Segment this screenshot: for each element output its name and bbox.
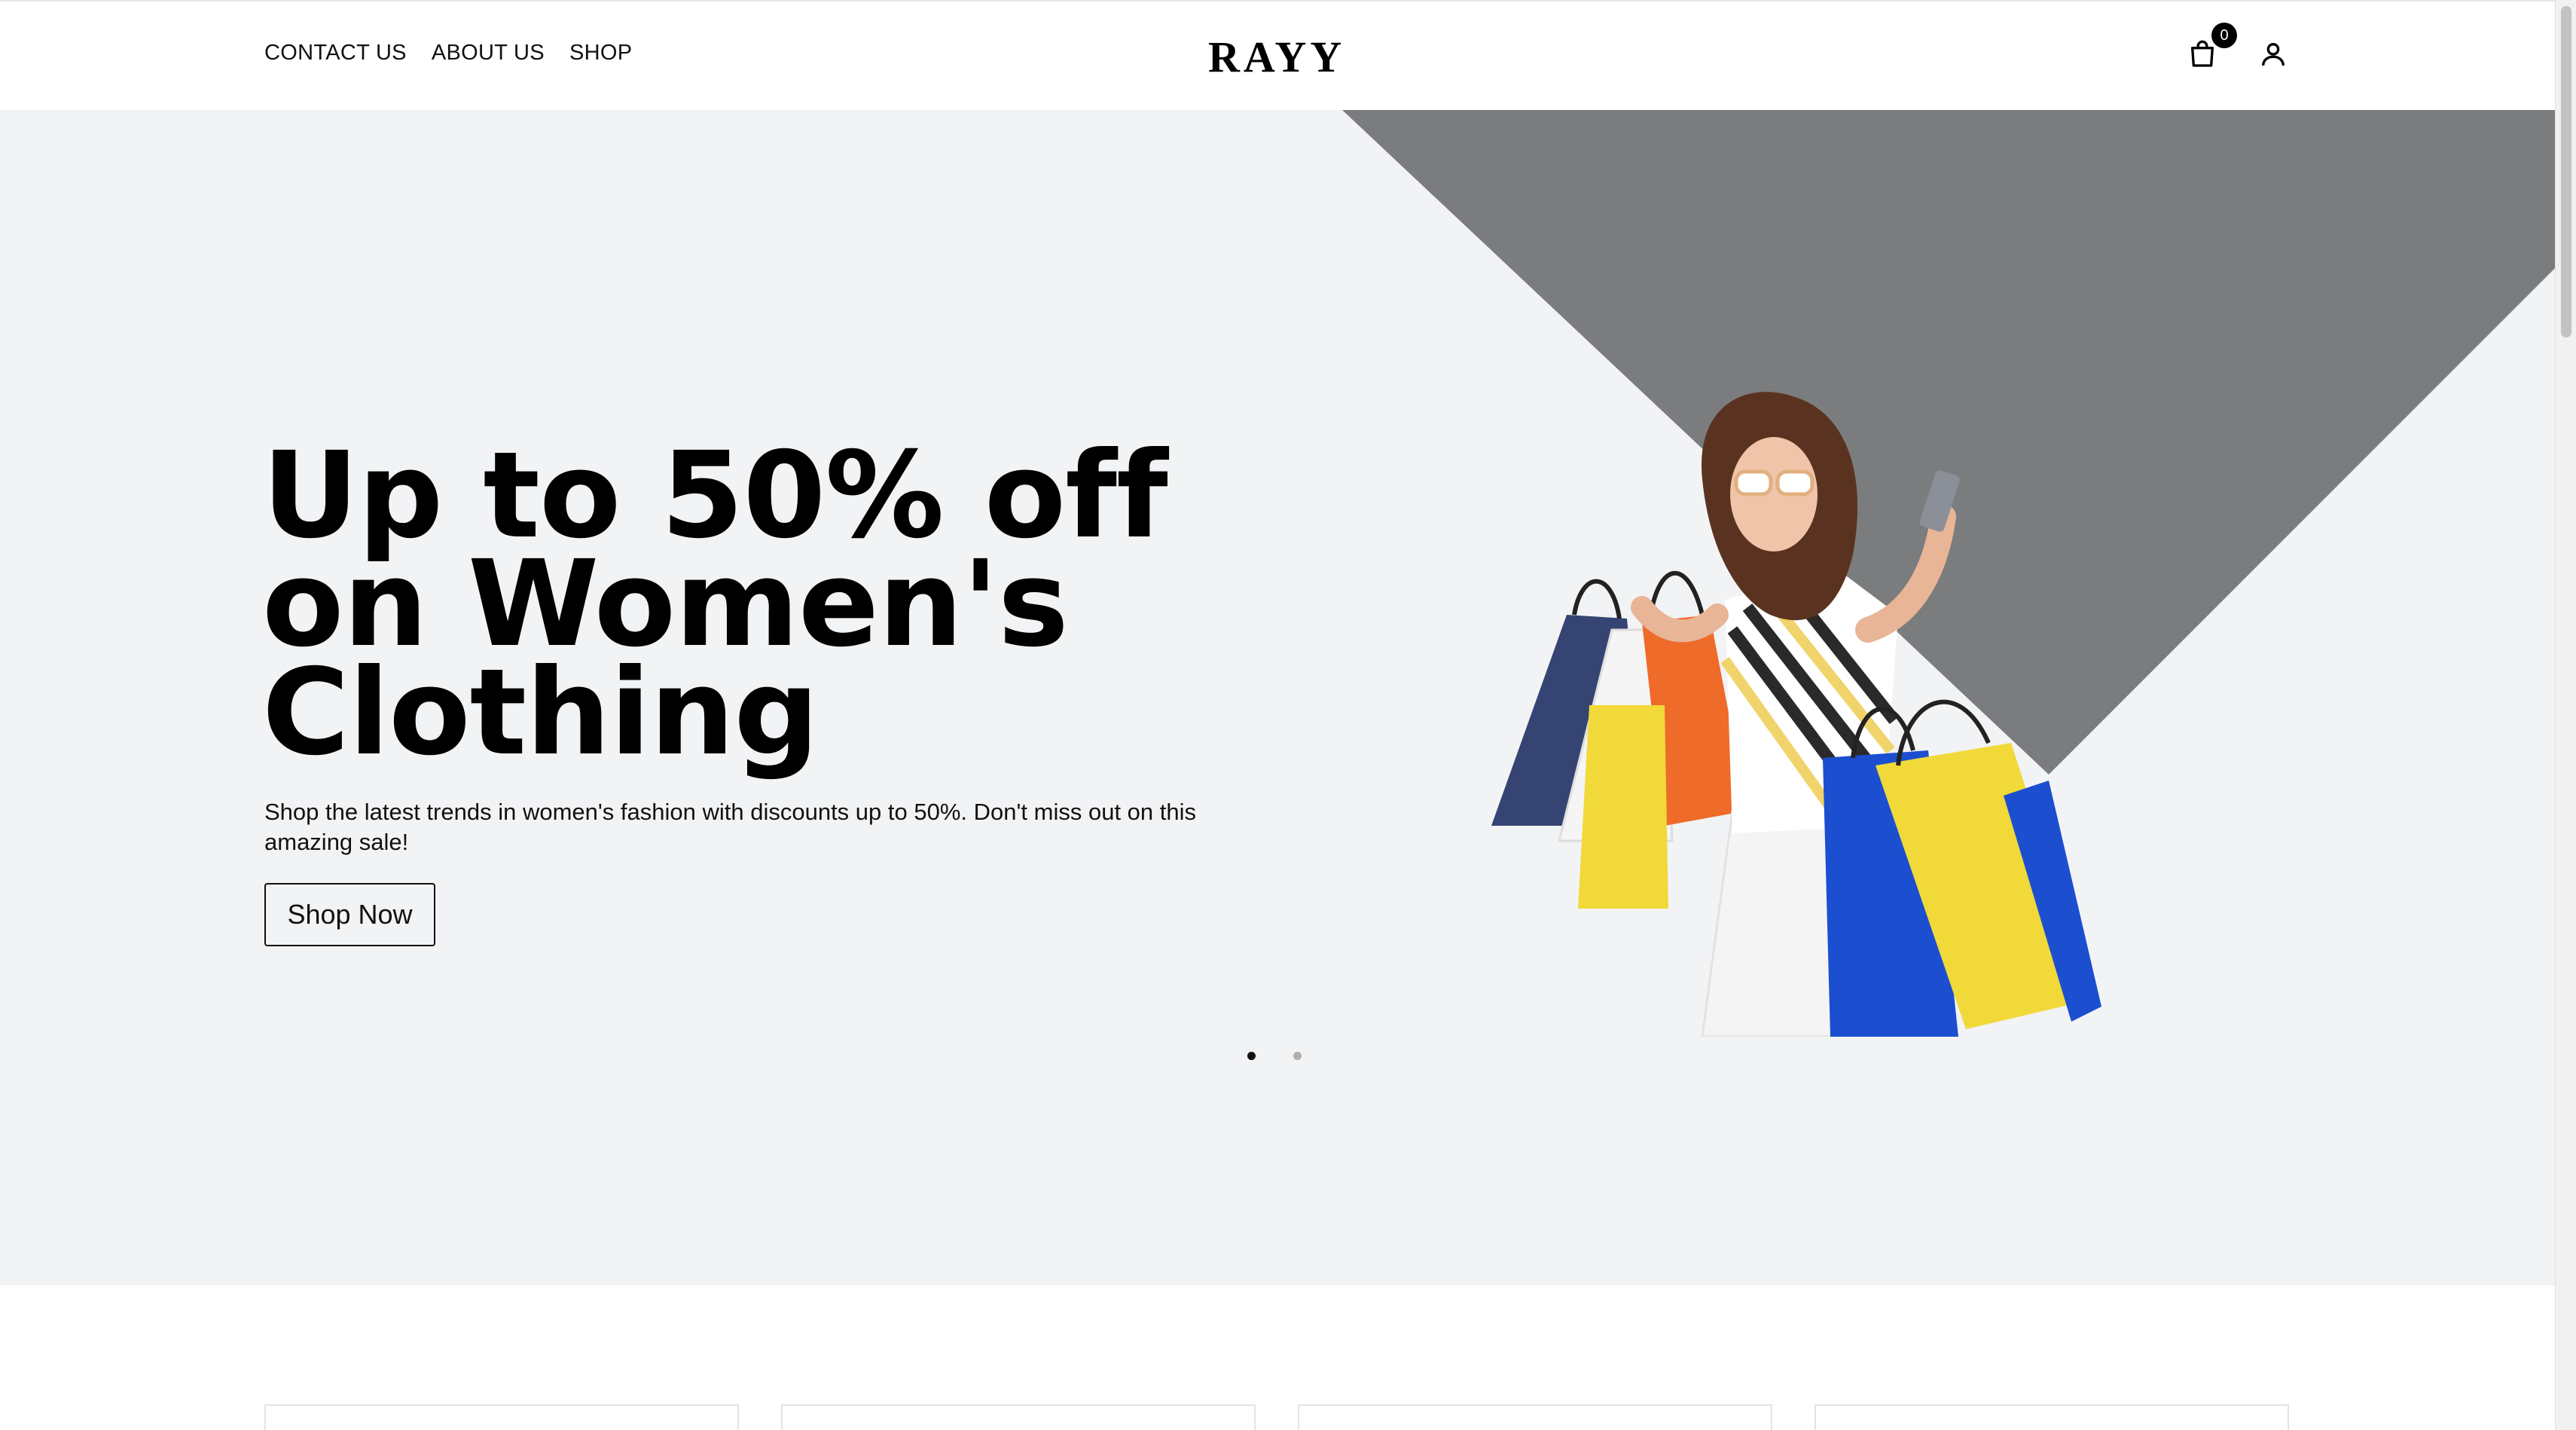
main-nav: CONTACT US ABOUT US SHOP: [264, 41, 632, 66]
hero-banner: Up to 50% off on Women's Clothing Shop t…: [0, 110, 2555, 1285]
hero-description: Shop the latest trends in women's fashio…: [264, 799, 1197, 855]
product-card[interactable]: [1298, 1404, 1772, 1430]
site-header: CONTACT US ABOUT US SHOP RAYY 0: [0, 0, 2555, 110]
page-scrollbar[interactable]: [2555, 0, 2576, 1430]
header-actions: 0: [2184, 23, 2291, 72]
shop-now-button[interactable]: Shop Now: [264, 883, 435, 946]
slide-dot-2[interactable]: [1293, 1052, 1302, 1060]
brand-logo[interactable]: RAYY: [1208, 32, 1345, 82]
cart-button[interactable]: 0: [2184, 23, 2237, 72]
product-card[interactable]: [781, 1404, 1256, 1430]
slide-dot-1[interactable]: [1247, 1052, 1256, 1060]
nav-shop[interactable]: SHOP: [569, 41, 632, 66]
slider-dots: [1247, 1052, 1302, 1060]
page: CONTACT US ABOUT US SHOP RAYY 0 Up to 50…: [0, 0, 2555, 1430]
cart-count-badge: 0: [2211, 23, 2237, 48]
scrollbar-thumb[interactable]: [2561, 6, 2571, 338]
hero-title: Up to 50% off on Women's Clothing: [262, 426, 1168, 782]
account-button[interactable]: [2255, 36, 2291, 72]
user-icon: [2262, 42, 2285, 66]
nav-contact-us[interactable]: CONTACT US: [264, 41, 407, 66]
product-card[interactable]: [1814, 1404, 2289, 1430]
nav-about-us[interactable]: ABOUT US: [432, 41, 545, 66]
hero-model-image: [1491, 392, 2101, 1037]
product-cards-row: [264, 1404, 2289, 1430]
product-card[interactable]: [264, 1404, 739, 1430]
shopping-bag-icon: [2191, 40, 2214, 67]
